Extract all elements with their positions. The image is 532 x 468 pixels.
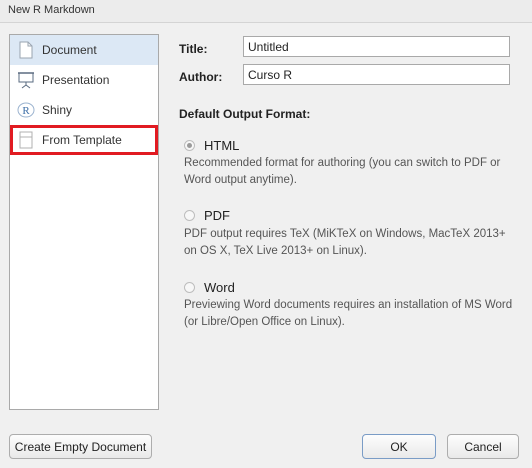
sidebar-item-label: Presentation bbox=[42, 73, 110, 87]
template-sidebar: Document Presentation R Shiny From Templ… bbox=[9, 34, 159, 410]
radio-html[interactable]: HTML bbox=[184, 138, 239, 153]
radio-button[interactable] bbox=[184, 210, 195, 221]
document-icon bbox=[16, 40, 36, 60]
sidebar-item-from-template[interactable]: From Template bbox=[10, 125, 158, 155]
create-empty-document-button[interactable]: Create Empty Document bbox=[9, 434, 152, 459]
sidebar-item-label: Document bbox=[42, 43, 97, 57]
output-format-heading: Default Output Format: bbox=[179, 107, 311, 121]
author-input[interactable] bbox=[243, 64, 510, 85]
radio-label: Word bbox=[204, 280, 235, 295]
svg-text:R: R bbox=[22, 105, 30, 117]
radio-label: HTML bbox=[204, 138, 240, 153]
word-description: Previewing Word documents requires an in… bbox=[184, 299, 513, 328]
window-title: New R Markdown bbox=[8, 4, 95, 16]
sidebar-item-presentation[interactable]: Presentation bbox=[10, 65, 158, 95]
presentation-icon bbox=[16, 70, 36, 90]
author-label: Author: bbox=[179, 70, 223, 84]
radio-button[interactable] bbox=[184, 282, 195, 293]
shiny-r-icon: R bbox=[16, 100, 36, 120]
pdf-description: PDF output requires TeX (MiKTeX on Windo… bbox=[184, 228, 506, 257]
ok-button[interactable]: OK bbox=[362, 434, 436, 459]
radio-word[interactable]: Word bbox=[184, 280, 235, 295]
radio-label: PDF bbox=[204, 208, 230, 223]
title-bar: New R Markdown bbox=[0, 0, 532, 23]
cancel-button[interactable]: Cancel bbox=[447, 434, 519, 459]
radio-button[interactable] bbox=[184, 140, 195, 151]
sidebar-item-label: Shiny bbox=[42, 103, 73, 117]
sidebar-item-shiny[interactable]: R Shiny bbox=[10, 95, 158, 125]
template-icon bbox=[16, 130, 36, 150]
sidebar-item-label: From Template bbox=[42, 133, 122, 147]
title-input[interactable] bbox=[243, 36, 510, 57]
sidebar-item-document[interactable]: Document bbox=[10, 35, 158, 65]
title-label: Title: bbox=[179, 42, 208, 56]
html-description: Recommended format for authoring (you ca… bbox=[184, 157, 501, 186]
radio-pdf[interactable]: PDF bbox=[184, 208, 230, 223]
